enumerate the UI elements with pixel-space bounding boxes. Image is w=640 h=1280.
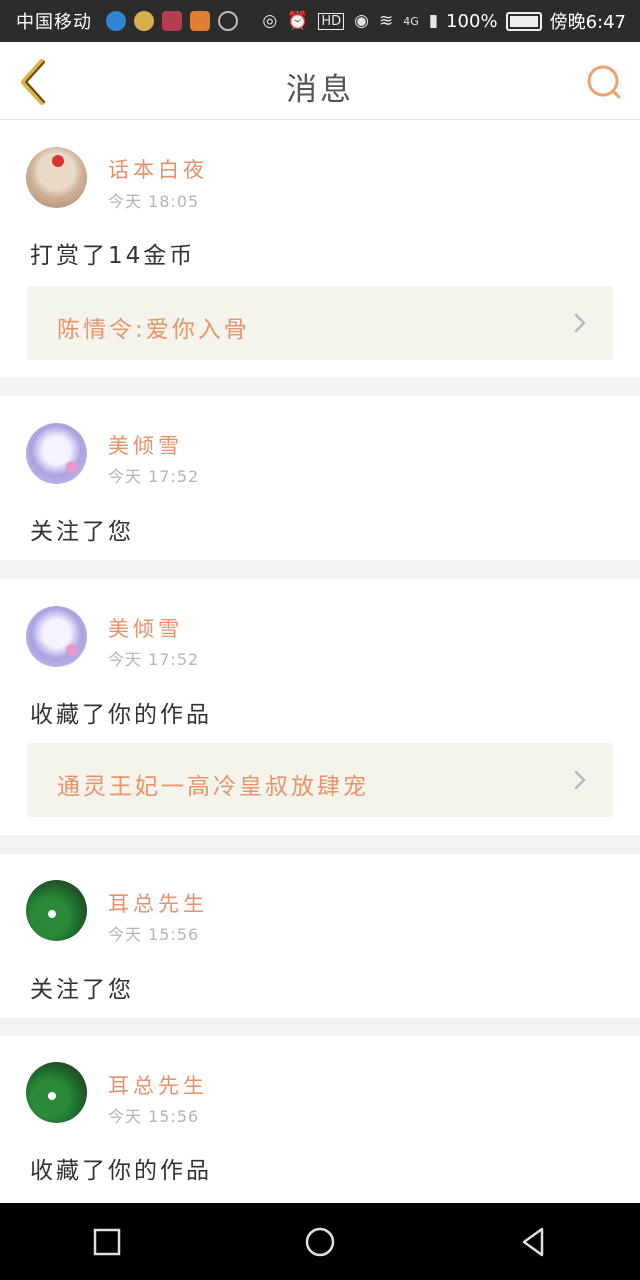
- work-title: 通灵王妃一高冷皇叔放肆宠: [57, 774, 369, 800]
- timestamp: 今天 15:56: [108, 925, 200, 944]
- status-bar-right: ◎ ⏰ HD ◉ ≋ 4G ▮ 100% 傍晚6:47: [252, 8, 640, 34]
- action-text: 打赏了14金币: [30, 243, 196, 269]
- work-title: 陈情令:爱你入骨: [57, 317, 250, 343]
- username[interactable]: 话本白夜: [108, 154, 208, 184]
- coin-notification-icon: [134, 11, 154, 31]
- video-notification-icon: [190, 11, 210, 31]
- network-type: 4G: [403, 14, 419, 28]
- battery-percent: 100%: [446, 10, 498, 32]
- action-text: 关注了您: [30, 519, 134, 545]
- search-icon: [587, 65, 621, 99]
- message-card[interactable]: 话本白夜 今天 18:05 打赏了14金币 陈情令:爱你入骨: [0, 120, 640, 377]
- timestamp: 今天 17:52: [108, 650, 200, 669]
- message-card[interactable]: 美倾雪 今天 17:52 收藏了你的作品 通灵王妃一高冷皇叔放肆宠: [0, 579, 640, 835]
- username[interactable]: 美倾雪: [108, 430, 183, 460]
- timestamp: 今天 15:56: [108, 1107, 200, 1126]
- back-nav-button[interactable]: [503, 1212, 563, 1272]
- home-button[interactable]: [290, 1212, 350, 1272]
- app-header: 消息: [0, 42, 640, 120]
- avatar[interactable]: [26, 880, 87, 941]
- ball-icon: [48, 910, 56, 918]
- chevron-right-icon: [574, 313, 586, 333]
- username[interactable]: 美倾雪: [108, 613, 183, 643]
- avatar[interactable]: [26, 1062, 87, 1123]
- action-text: 收藏了你的作品: [30, 702, 212, 728]
- settings-notification-icon: [218, 11, 238, 31]
- triangle-back-icon: [523, 1227, 544, 1256]
- hair-bow-icon: [52, 155, 64, 167]
- search-button[interactable]: [584, 62, 624, 102]
- avatar[interactable]: [26, 606, 87, 667]
- ball-icon: [48, 1092, 56, 1100]
- username[interactable]: 耳总先生: [108, 888, 208, 918]
- action-text: 关注了您: [30, 977, 134, 1003]
- circle-icon: [305, 1227, 335, 1256]
- avatar[interactable]: [26, 423, 87, 484]
- signal-icon: ▮: [428, 11, 439, 31]
- username[interactable]: 耳总先生: [108, 1070, 208, 1100]
- clock: 傍晚6:47: [549, 12, 626, 33]
- alarm-icon: ⏰: [287, 11, 309, 31]
- app-notification-icon: [106, 11, 126, 31]
- battery-icon: [505, 11, 542, 31]
- work-link[interactable]: 通灵王妃一高冷皇叔放肆宠: [27, 743, 613, 817]
- avatar[interactable]: [26, 147, 87, 208]
- status-bar-left: 中国移动: [0, 8, 238, 34]
- book-notification-icon: [162, 11, 182, 31]
- work-link[interactable]: 陈情令:爱你入骨: [27, 286, 613, 360]
- eye-icon: ◉: [354, 11, 369, 31]
- recent-apps-button[interactable]: [77, 1212, 137, 1272]
- hd-icon: HD: [318, 12, 345, 30]
- chevron-right-icon: [574, 770, 586, 790]
- page-title: 消息: [286, 72, 354, 108]
- system-nav-bar: [0, 1203, 640, 1280]
- action-text: 收藏了你的作品: [30, 1158, 212, 1184]
- timestamp: 今天 17:52: [108, 467, 200, 486]
- call-icon: ◎: [262, 11, 278, 31]
- message-card[interactable]: 耳总先生 今天 15:56 收藏了你的作品: [0, 1036, 640, 1203]
- timestamp: 今天 18:05: [108, 192, 200, 211]
- flower-icon: [66, 644, 78, 656]
- message-card[interactable]: 耳总先生 今天 15:56 关注了您: [0, 854, 640, 1018]
- status-bar: 中国移动 ◎ ⏰ HD ◉ ≋ 4G ▮ 100% 傍晚6:47: [0, 0, 640, 42]
- wifi-icon: ≋: [378, 11, 394, 31]
- square-icon: [93, 1228, 120, 1255]
- message-card[interactable]: 美倾雪 今天 17:52 关注了您: [0, 396, 640, 560]
- carrier-name: 中国移动: [16, 12, 92, 33]
- flower-icon: [66, 461, 78, 473]
